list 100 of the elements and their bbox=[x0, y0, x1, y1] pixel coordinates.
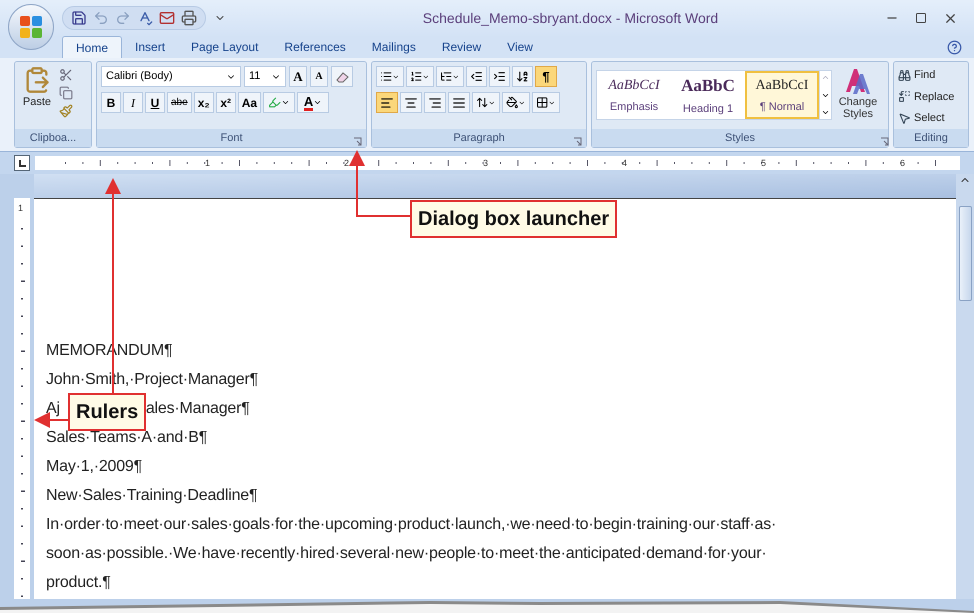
print-icon[interactable] bbox=[181, 10, 197, 26]
ruler-number: 5 bbox=[761, 157, 766, 170]
sup-button[interactable]: x² bbox=[216, 92, 236, 113]
document-page[interactable] bbox=[34, 198, 956, 599]
style-item[interactable]: AaBbC Heading 1 bbox=[671, 71, 745, 119]
group-label: Clipboa... bbox=[30, 130, 76, 146]
bullets-button[interactable] bbox=[376, 66, 404, 87]
grid-icon bbox=[536, 96, 548, 109]
save-icon[interactable] bbox=[71, 10, 87, 26]
scroll-thumb[interactable] bbox=[958, 206, 972, 301]
dialog-launcher-icon[interactable] bbox=[573, 137, 582, 146]
horizontal-ruler[interactable]: 1 2 3 4 5 6 bbox=[35, 156, 960, 170]
align-icon bbox=[404, 96, 418, 110]
ribbon-tab[interactable]: Mailings bbox=[358, 36, 429, 58]
replace-button[interactable]: Replace bbox=[898, 88, 954, 105]
font-size-field[interactable]: 11 bbox=[244, 66, 286, 87]
office-button[interactable] bbox=[8, 4, 54, 50]
justify-button[interactable] bbox=[448, 92, 470, 113]
align-center-button[interactable] bbox=[400, 92, 422, 113]
ribbon-tab[interactable]: References bbox=[271, 36, 359, 58]
change-styles-button[interactable]: Change Styles bbox=[836, 66, 880, 129]
show-marks-button[interactable]: ¶ bbox=[535, 66, 557, 87]
tab-selector[interactable] bbox=[14, 155, 30, 171]
caret-icon bbox=[452, 72, 460, 80]
group-label: Styles bbox=[725, 130, 755, 146]
ribbon-tab[interactable]: Review bbox=[428, 36, 494, 58]
maximize-icon[interactable] bbox=[915, 12, 927, 24]
numbered-list-icon bbox=[410, 70, 422, 83]
increase-indent-button[interactable] bbox=[489, 66, 510, 87]
caret-icon bbox=[518, 98, 526, 106]
find-button[interactable]: Find bbox=[898, 67, 954, 84]
align-icon bbox=[452, 96, 466, 110]
callout-arrow bbox=[349, 150, 410, 217]
document-text: soon·as·possible.·We·have·recently·hired·several·new·people·to·meet·the·anticipated·demand·for·your· bbox=[46, 544, 766, 564]
replace-icon bbox=[898, 90, 911, 104]
cut-icon[interactable] bbox=[59, 68, 73, 82]
vertical-scrollbar[interactable] bbox=[956, 174, 974, 599]
copy-icon[interactable] bbox=[59, 86, 73, 100]
outdent-icon bbox=[470, 70, 483, 83]
group-label: Font bbox=[220, 130, 242, 146]
document-text: New·Sales·Training·Deadline¶ bbox=[46, 486, 258, 506]
paste-button[interactable]: Paste bbox=[19, 66, 55, 129]
line-spacing-icon bbox=[476, 96, 488, 109]
font-color-button[interactable]: A bbox=[297, 92, 330, 113]
group-label: Paragraph bbox=[453, 130, 505, 146]
caret-icon bbox=[488, 98, 496, 106]
caret-icon bbox=[392, 72, 400, 80]
callout-label: Dialog box launcher bbox=[410, 200, 618, 238]
align-left-button[interactable] bbox=[376, 92, 398, 113]
mail-icon[interactable] bbox=[159, 10, 175, 26]
style-item[interactable]: AaBbCcI Emphasis bbox=[597, 71, 671, 119]
help-icon[interactable] bbox=[947, 40, 962, 55]
sort-button[interactable] bbox=[512, 66, 533, 87]
scroll-up-icon bbox=[821, 73, 830, 82]
font-name-field[interactable]: Calibri (Body) bbox=[101, 66, 241, 87]
underline-button[interactable]: U bbox=[145, 92, 165, 113]
window-title: Schedule_Memo-sbryant.docx - Microsoft Word bbox=[422, 8, 718, 28]
office-logo-icon bbox=[18, 14, 44, 40]
ribbon-tab[interactable]: Insert bbox=[122, 36, 178, 58]
ruler-number: 1 bbox=[205, 157, 210, 170]
styles-letters-icon bbox=[843, 66, 873, 96]
italic-button[interactable]: I bbox=[123, 92, 143, 113]
ruler-number: 4 bbox=[622, 157, 628, 170]
dialog-launcher-icon[interactable] bbox=[353, 137, 362, 146]
callout-label: Rulers bbox=[68, 393, 146, 431]
shading-button[interactable] bbox=[502, 92, 530, 113]
multilevel-list-button[interactable] bbox=[436, 66, 464, 87]
format-painter-icon[interactable] bbox=[59, 104, 73, 118]
indent-icon bbox=[493, 70, 506, 83]
vertical-ruler[interactable]: 1 bbox=[14, 198, 30, 599]
style-item[interactable]: AaBbCcI ¶ Normal bbox=[745, 71, 819, 119]
document-text: May·1,·2009¶ bbox=[46, 456, 142, 476]
grow-font-button[interactable]: A bbox=[289, 66, 307, 87]
highlight-button[interactable] bbox=[263, 92, 296, 113]
document-text: In·order·to·meet·our·sales·goals·for·the·upcoming·product·launch,·we·need·to·begin·training·our·staff·as· bbox=[46, 514, 776, 534]
ribbon-tab[interactable]: Home bbox=[62, 36, 122, 58]
group-label: Editing bbox=[914, 130, 948, 146]
line-spacing-button[interactable] bbox=[472, 92, 500, 113]
cursor-icon bbox=[898, 112, 911, 125]
align-right-button[interactable] bbox=[424, 92, 446, 113]
select-button[interactable]: Select bbox=[898, 110, 954, 126]
clear-formatting-button[interactable] bbox=[331, 66, 353, 87]
ruler-number: 6 bbox=[900, 157, 906, 170]
ribbon-tab[interactable]: Page Layout bbox=[178, 36, 272, 58]
align-icon bbox=[428, 96, 442, 110]
dialog-launcher-icon[interactable] bbox=[880, 137, 889, 146]
document-text: ales·Manager¶ bbox=[146, 398, 250, 418]
shrink-font-button[interactable]: A bbox=[310, 66, 328, 87]
caret-icon bbox=[281, 98, 290, 107]
bold-button[interactable]: B bbox=[101, 92, 121, 113]
numbering-button[interactable] bbox=[406, 66, 434, 87]
case-button[interactable]: Aa bbox=[238, 92, 262, 113]
multilevel-list-icon bbox=[440, 70, 452, 83]
borders-button[interactable] bbox=[532, 92, 560, 113]
sub-button[interactable]: x₂ bbox=[194, 92, 214, 113]
caret-icon bbox=[422, 72, 430, 80]
ribbon-tab[interactable]: View bbox=[494, 36, 546, 58]
caret-icon bbox=[313, 98, 322, 107]
strike-button[interactable]: abe bbox=[167, 92, 192, 113]
decrease-indent-button[interactable] bbox=[466, 66, 487, 87]
